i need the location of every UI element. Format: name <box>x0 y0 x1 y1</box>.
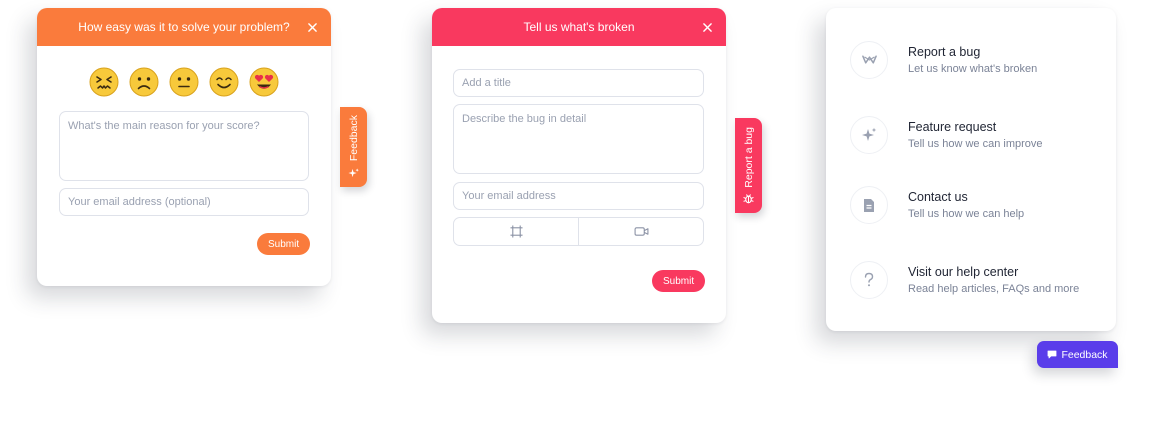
slightly-frowning-face-icon[interactable] <box>129 67 159 97</box>
menu-item-subtitle: Tell us how we can improve <box>908 138 1043 150</box>
optional-email-input[interactable]: Your email address (optional) <box>59 188 309 216</box>
bug-email-placeholder: Your email address <box>462 190 556 202</box>
bug-icon <box>743 194 754 204</box>
optional-email-placeholder: Your email address (optional) <box>68 196 211 208</box>
screenshot-button[interactable] <box>454 218 578 245</box>
sparkles-icon <box>862 127 877 141</box>
screenshot-crop-icon <box>509 225 523 238</box>
screen-recording-button[interactable] <box>578 218 703 245</box>
menu-item-subtitle: Let us know what's broken <box>908 63 1038 75</box>
bug-description-placeholder: Describe the bug in detail <box>462 113 587 125</box>
smiling-face-icon[interactable] <box>209 67 239 97</box>
bug-submit-button[interactable]: Submit <box>652 270 706 292</box>
emoji-rating-row <box>37 67 331 97</box>
rating-submit-button[interactable]: Submit <box>257 233 311 255</box>
report-bug-side-tab[interactable]: Report a bug <box>735 118 762 213</box>
close-icon[interactable] <box>305 20 319 34</box>
rating-feedback-widget: How easy was it to solve your problem? W… <box>37 8 331 286</box>
bug-title-placeholder: Add a title <box>462 77 511 89</box>
feedback-menu-widget: Report a bug Let us know what's broken F… <box>826 8 1116 331</box>
menu-item-feature-request[interactable]: Feature request Tell us how we can impro… <box>850 114 1100 156</box>
feedback-side-tab[interactable]: Feedback <box>340 107 367 187</box>
score-reason-input[interactable]: What's the main reason for your score? <box>59 111 309 181</box>
bug-report-widget: Tell us what's broken Add a title Descri… <box>432 8 726 323</box>
feedback-launcher-button[interactable]: Feedback <box>1037 341 1118 368</box>
bug-widget-title: Tell us what's broken <box>523 20 635 34</box>
menu-item-subtitle: Tell us how we can help <box>908 208 1025 220</box>
menu-item-report-bug[interactable]: Report a bug Let us know what's broken <box>850 39 1100 81</box>
menu-item-help-center[interactable]: Visit our help center Read help articles… <box>850 259 1100 301</box>
report-bug-tab-label: Report a bug <box>742 126 755 188</box>
bug-icon <box>861 55 877 64</box>
rating-widget-title: How easy was it to solve your problem? <box>78 20 290 34</box>
menu-item-title: Feature request <box>908 120 997 134</box>
menu-icon-circle <box>850 186 888 224</box>
feedback-launcher-label: Feedback <box>1061 348 1108 361</box>
bug-widget-header: Tell us what's broken <box>432 8 726 46</box>
question-icon <box>864 272 874 287</box>
bug-description-input[interactable]: Describe the bug in detail <box>453 104 704 174</box>
menu-item-title: Report a bug <box>908 45 981 59</box>
document-icon <box>864 198 874 212</box>
menu-item-title: Contact us <box>908 190 968 204</box>
score-reason-placeholder: What's the main reason for your score? <box>68 120 260 132</box>
menu-icon-circle <box>850 261 888 299</box>
menu-item-subtitle: Read help articles, FAQs and more <box>908 283 1080 295</box>
bug-title-input[interactable]: Add a title <box>453 69 704 97</box>
heart-eyes-face-icon[interactable] <box>249 67 279 97</box>
menu-icon-circle <box>850 116 888 154</box>
capture-options <box>453 217 704 246</box>
confounded-face-icon[interactable] <box>89 67 119 97</box>
rating-widget-header: How easy was it to solve your problem? <box>37 8 331 46</box>
menu-item-title: Visit our help center <box>908 265 1019 279</box>
neutral-face-icon[interactable] <box>169 67 199 97</box>
menu-item-contact-us[interactable]: Contact us Tell us how we can help <box>850 184 1100 226</box>
feedback-tab-label: Feedback <box>347 115 360 162</box>
menu-icon-circle <box>850 41 888 79</box>
bug-email-input[interactable]: Your email address <box>453 182 704 210</box>
sparkles-icon <box>348 168 359 177</box>
close-icon[interactable] <box>700 20 714 34</box>
video-camera-icon <box>634 227 648 236</box>
chat-bubble-icon <box>1048 350 1057 359</box>
